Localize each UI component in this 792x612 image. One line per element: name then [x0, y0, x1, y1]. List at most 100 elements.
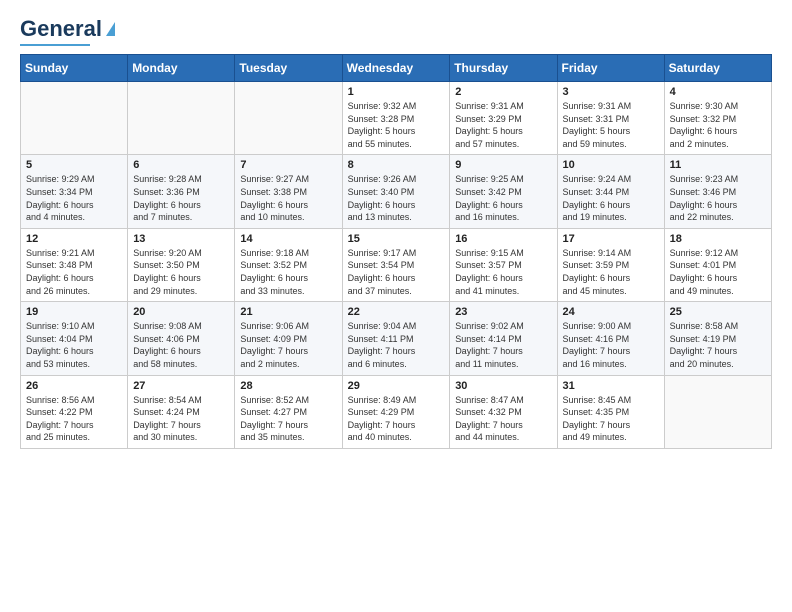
day-number: 23: [455, 306, 551, 318]
calendar-cell: 16 Sunrise: 9:15 AM Sunset: 3:57 PM Dayli…: [450, 228, 557, 301]
day-number: 3: [563, 86, 659, 98]
day-info: Sunrise: 9:10 AM Sunset: 4:04 PM Dayligh…: [26, 320, 122, 370]
calendar-cell: 5 Sunrise: 9:29 AM Sunset: 3:34 PM Daylig…: [21, 155, 128, 228]
calendar-cell: 12 Sunrise: 9:21 AM Sunset: 3:48 PM Dayli…: [21, 228, 128, 301]
day-info: Sunrise: 9:25 AM Sunset: 3:42 PM Dayligh…: [455, 173, 551, 223]
day-info: Sunrise: 8:45 AM Sunset: 4:35 PM Dayligh…: [563, 394, 659, 444]
week-row-1: 5 Sunrise: 9:29 AM Sunset: 3:34 PM Daylig…: [21, 155, 772, 228]
logo: General: [20, 16, 115, 44]
day-info: Sunrise: 9:21 AM Sunset: 3:48 PM Dayligh…: [26, 247, 122, 297]
logo-general: General: [20, 16, 102, 42]
day-number: 4: [670, 86, 766, 98]
calendar-cell: 4 Sunrise: 9:30 AM Sunset: 3:32 PM Daylig…: [664, 82, 771, 155]
calendar-cell: 2 Sunrise: 9:31 AM Sunset: 3:29 PM Daylig…: [450, 82, 557, 155]
day-info: Sunrise: 9:31 AM Sunset: 3:29 PM Dayligh…: [455, 100, 551, 150]
weekday-header-saturday: Saturday: [664, 55, 771, 82]
weekday-header-row: SundayMondayTuesdayWednesdayThursdayFrid…: [21, 55, 772, 82]
day-info: Sunrise: 9:18 AM Sunset: 3:52 PM Dayligh…: [240, 247, 336, 297]
day-number: 28: [240, 380, 336, 392]
calendar-cell: 8Sunrise: 9:26 AM Sunset: 3:40 PM Daylig…: [342, 155, 450, 228]
day-info: Sunrise: 9:27 AM Sunset: 3:38 PM Dayligh…: [240, 173, 336, 223]
day-number: 30: [455, 380, 551, 392]
calendar-cell: 26 Sunrise: 8:56 AM Sunset: 4:22 PM Dayli…: [21, 375, 128, 448]
calendar-cell: 13Sunrise: 9:20 AM Sunset: 3:50 PM Dayli…: [128, 228, 235, 301]
calendar-cell: 7 Sunrise: 9:27 AM Sunset: 3:38 PM Daylig…: [235, 155, 342, 228]
day-info: Sunrise: 9:26 AM Sunset: 3:40 PM Dayligh…: [348, 173, 445, 223]
day-info: Sunrise: 9:15 AM Sunset: 3:57 PM Dayligh…: [455, 247, 551, 297]
page: General SundayMondayTuesdayWednesdayThur…: [0, 0, 792, 612]
day-info: Sunrise: 9:31 AM Sunset: 3:31 PM Dayligh…: [563, 100, 659, 150]
day-number: 22: [348, 306, 445, 318]
week-row-2: 12 Sunrise: 9:21 AM Sunset: 3:48 PM Dayli…: [21, 228, 772, 301]
calendar-cell: 15 Sunrise: 9:17 AM Sunset: 3:54 PM Dayli…: [342, 228, 450, 301]
calendar-cell: 1 Sunrise: 9:32 AM Sunset: 3:28 PM Daylig…: [342, 82, 450, 155]
weekday-header-wednesday: Wednesday: [342, 55, 450, 82]
day-number: 12: [26, 233, 122, 245]
day-number: 15: [348, 233, 445, 245]
calendar-cell: 23 Sunrise: 9:02 AM Sunset: 4:14 PM Dayli…: [450, 302, 557, 375]
day-number: 27: [133, 380, 229, 392]
calendar-cell: 3 Sunrise: 9:31 AM Sunset: 3:31 PM Daylig…: [557, 82, 664, 155]
day-info: Sunrise: 9:02 AM Sunset: 4:14 PM Dayligh…: [455, 320, 551, 370]
calendar: SundayMondayTuesdayWednesdayThursdayFrid…: [20, 54, 772, 449]
weekday-header-thursday: Thursday: [450, 55, 557, 82]
day-number: 16: [455, 233, 551, 245]
day-number: 6: [133, 159, 229, 171]
day-number: 14: [240, 233, 336, 245]
calendar-cell: 27 Sunrise: 8:54 AM Sunset: 4:24 PM Dayli…: [128, 375, 235, 448]
day-info: Sunrise: 9:28 AM Sunset: 3:36 PM Dayligh…: [133, 173, 229, 223]
weekday-header-tuesday: Tuesday: [235, 55, 342, 82]
day-info: Sunrise: 9:23 AM Sunset: 3:46 PM Dayligh…: [670, 173, 766, 223]
calendar-cell: 29Sunrise: 8:49 AM Sunset: 4:29 PM Dayli…: [342, 375, 450, 448]
day-number: 18: [670, 233, 766, 245]
weekday-header-monday: Monday: [128, 55, 235, 82]
day-info: Sunrise: 9:14 AM Sunset: 3:59 PM Dayligh…: [563, 247, 659, 297]
calendar-cell: 30 Sunrise: 8:47 AM Sunset: 4:32 PM Dayli…: [450, 375, 557, 448]
week-row-4: 26 Sunrise: 8:56 AM Sunset: 4:22 PM Dayli…: [21, 375, 772, 448]
day-info: Sunrise: 8:56 AM Sunset: 4:22 PM Dayligh…: [26, 394, 122, 444]
calendar-cell: 14 Sunrise: 9:18 AM Sunset: 3:52 PM Dayli…: [235, 228, 342, 301]
calendar-cell: 25Sunrise: 8:58 AM Sunset: 4:19 PM Dayli…: [664, 302, 771, 375]
logo-triangle-icon: [106, 22, 115, 36]
day-number: 9: [455, 159, 551, 171]
calendar-cell: 24Sunrise: 9:00 AM Sunset: 4:16 PM Dayli…: [557, 302, 664, 375]
calendar-cell: 10 Sunrise: 9:24 AM Sunset: 3:44 PM Dayli…: [557, 155, 664, 228]
day-number: 11: [670, 159, 766, 171]
logo-line: [20, 44, 90, 46]
day-number: 20: [133, 306, 229, 318]
day-info: Sunrise: 9:30 AM Sunset: 3:32 PM Dayligh…: [670, 100, 766, 150]
day-info: Sunrise: 9:06 AM Sunset: 4:09 PM Dayligh…: [240, 320, 336, 370]
day-number: 1: [348, 86, 445, 98]
week-row-0: 1 Sunrise: 9:32 AM Sunset: 3:28 PM Daylig…: [21, 82, 772, 155]
day-number: 10: [563, 159, 659, 171]
day-info: Sunrise: 8:54 AM Sunset: 4:24 PM Dayligh…: [133, 394, 229, 444]
day-info: Sunrise: 8:47 AM Sunset: 4:32 PM Dayligh…: [455, 394, 551, 444]
day-info: Sunrise: 9:17 AM Sunset: 3:54 PM Dayligh…: [348, 247, 445, 297]
day-info: Sunrise: 9:24 AM Sunset: 3:44 PM Dayligh…: [563, 173, 659, 223]
day-info: Sunrise: 8:52 AM Sunset: 4:27 PM Dayligh…: [240, 394, 336, 444]
day-number: 24: [563, 306, 659, 318]
calendar-cell: 21 Sunrise: 9:06 AM Sunset: 4:09 PM Dayli…: [235, 302, 342, 375]
week-row-3: 19 Sunrise: 9:10 AM Sunset: 4:04 PM Dayli…: [21, 302, 772, 375]
calendar-cell: [128, 82, 235, 155]
calendar-cell: 11 Sunrise: 9:23 AM Sunset: 3:46 PM Dayli…: [664, 155, 771, 228]
header: General: [20, 16, 772, 44]
day-number: 19: [26, 306, 122, 318]
calendar-cell: 9 Sunrise: 9:25 AM Sunset: 3:42 PM Daylig…: [450, 155, 557, 228]
day-info: Sunrise: 9:08 AM Sunset: 4:06 PM Dayligh…: [133, 320, 229, 370]
day-info: Sunrise: 9:04 AM Sunset: 4:11 PM Dayligh…: [348, 320, 445, 370]
calendar-cell: 17Sunrise: 9:14 AM Sunset: 3:59 PM Dayli…: [557, 228, 664, 301]
day-number: 31: [563, 380, 659, 392]
day-number: 7: [240, 159, 336, 171]
day-number: 21: [240, 306, 336, 318]
day-number: 5: [26, 159, 122, 171]
day-info: Sunrise: 9:29 AM Sunset: 3:34 PM Dayligh…: [26, 173, 122, 223]
calendar-cell: [664, 375, 771, 448]
calendar-cell: 22 Sunrise: 9:04 AM Sunset: 4:11 PM Dayli…: [342, 302, 450, 375]
day-number: 26: [26, 380, 122, 392]
weekday-header-sunday: Sunday: [21, 55, 128, 82]
calendar-cell: 19 Sunrise: 9:10 AM Sunset: 4:04 PM Dayli…: [21, 302, 128, 375]
day-number: 2: [455, 86, 551, 98]
day-info: Sunrise: 9:32 AM Sunset: 3:28 PM Dayligh…: [348, 100, 445, 150]
calendar-cell: 6 Sunrise: 9:28 AM Sunset: 3:36 PM Daylig…: [128, 155, 235, 228]
